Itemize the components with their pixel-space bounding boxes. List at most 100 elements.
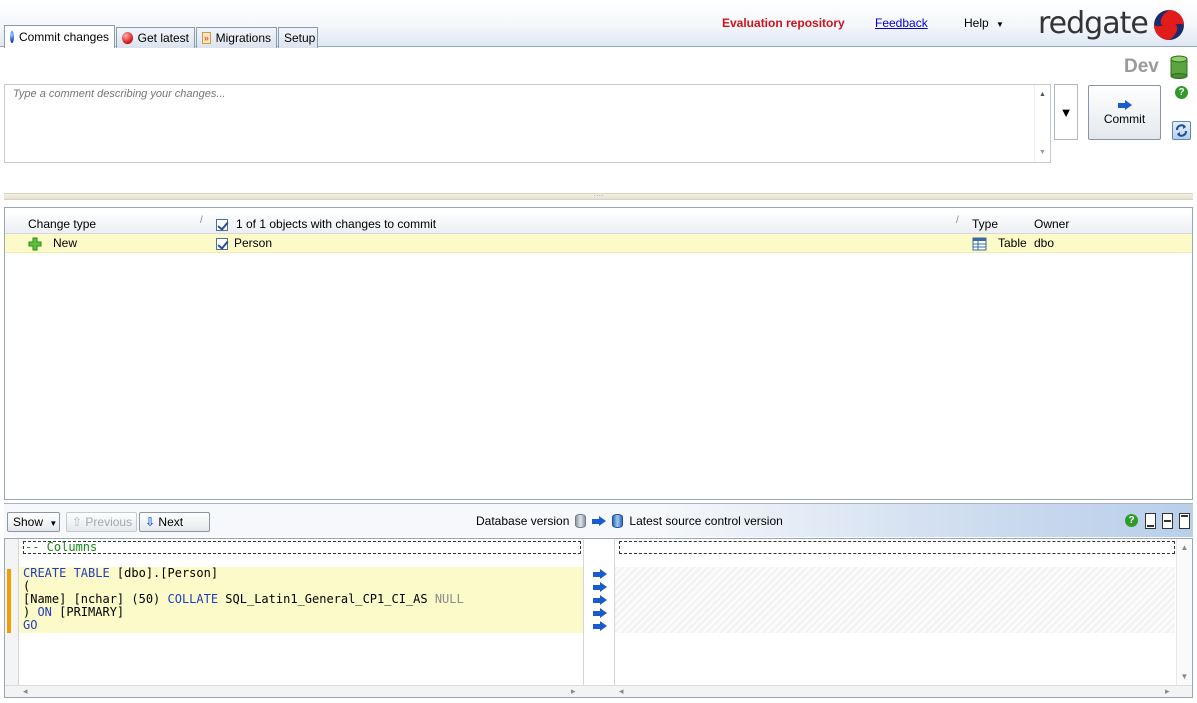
table-row[interactable]: New Person Table dbo	[5, 234, 1192, 253]
refresh-icon	[1176, 124, 1187, 137]
row-checkbox[interactable]	[216, 234, 228, 253]
section-comment: -- Columns	[25, 540, 98, 554]
double-chevron-icon: »	[202, 32, 211, 44]
refresh-button[interactable]	[1172, 121, 1191, 140]
object-name-cell: Person	[234, 236, 273, 250]
database-name-label: Dev	[1124, 56, 1159, 77]
arrow-right-icon	[593, 595, 607, 605]
changes-grid: Change type / 1 of 1 objects with change…	[4, 207, 1193, 500]
source-control-version-label: Latest source control version	[629, 514, 783, 528]
plus-icon	[28, 237, 42, 251]
top-bar: Commit changes Get latest » Migrations S…	[0, 0, 1197, 48]
change-marker	[7, 569, 11, 633]
scroll-left-icon[interactable]: ◂	[23, 686, 28, 697]
sort-icon[interactable]: /	[200, 215, 203, 226]
change-gutter	[5, 539, 19, 685]
comment-history-dropdown[interactable]: ▼	[1054, 84, 1078, 140]
tab-setup[interactable]: Setup	[278, 27, 318, 48]
database-version-pane[interactable]: -- Columns CREATE TABLE [dbo].[Person] (…	[19, 539, 583, 685]
sort-icon[interactable]: /	[956, 215, 959, 226]
vertical-scrollbar[interactable]: ▲ ▼	[1176, 539, 1192, 685]
database-version-label: Database version	[476, 514, 570, 528]
owner-cell: dbo	[1034, 236, 1055, 250]
missing-lines-hatch	[615, 567, 1175, 633]
dropdown-arrow-icon: ▼	[996, 20, 1004, 29]
source-control-database-icon	[612, 514, 624, 528]
redgate-logo-icon	[1154, 10, 1184, 40]
arrow-right-icon	[593, 621, 607, 631]
show-right-pane-icon[interactable]	[1179, 513, 1190, 529]
scroll-down-icon[interactable]: ▼	[1035, 149, 1050, 156]
help-menu[interactable]: Help ▼	[964, 16, 1004, 30]
grid-header: Change type / 1 of 1 objects with change…	[5, 215, 1192, 234]
help-menu-label: Help	[964, 16, 989, 30]
sql-diff-viewer: -- Columns CREATE TABLE [dbo].[Person] (…	[4, 538, 1193, 698]
tab-migrations[interactable]: » Migrations	[196, 27, 277, 48]
section-header-box	[619, 541, 1175, 554]
comment-scrollbar[interactable]: ▲ ▼	[1034, 85, 1050, 162]
tab-label: Setup	[284, 30, 316, 45]
section-header-box: -- Columns	[23, 541, 581, 554]
arrow-down-icon: ⇩	[145, 515, 156, 529]
feedback-link[interactable]: Feedback	[875, 16, 928, 30]
tab-get-latest[interactable]: Get latest	[116, 27, 195, 48]
redgate-logo-text: redgate	[1038, 6, 1149, 41]
panel-splitter[interactable]: ····	[4, 192, 1193, 200]
show-left-pane-icon[interactable]	[1145, 513, 1156, 529]
horizontal-scrollbar[interactable]: ◂ ▸ ◂ ▸	[5, 685, 1192, 697]
tab-label: Get latest	[137, 30, 189, 45]
show-both-panes-icon[interactable]	[1162, 513, 1173, 529]
commit-button[interactable]: Commit	[1088, 85, 1161, 140]
column-type[interactable]: Type	[972, 215, 998, 234]
previous-label: Previous	[85, 515, 133, 529]
commit-comment-input[interactable]	[5, 85, 1035, 162]
type-cell: Table	[998, 236, 1027, 250]
scroll-down-icon[interactable]: ▼	[1177, 672, 1192, 681]
help-icon[interactable]: ?	[1125, 514, 1138, 527]
column-change-type[interactable]: Change type	[28, 215, 96, 234]
code-line-4: ) ON [PRIMARY]	[23, 605, 125, 619]
dropdown-arrow-icon: ▼	[49, 519, 58, 528]
code-line-1: CREATE TABLE [dbo].[Person]	[23, 566, 219, 580]
previous-button[interactable]: ⇧ Previous	[66, 512, 137, 532]
red-ball-icon	[122, 32, 133, 44]
comment-box: ▲ ▼	[4, 84, 1051, 163]
evaluation-repository-label: Evaluation repository	[722, 16, 845, 30]
show-label: Show	[13, 515, 44, 529]
arrow-right-icon	[593, 569, 607, 579]
change-type-cell: New	[53, 236, 78, 250]
arrow-right-icon	[1117, 99, 1132, 110]
arrow-right-icon	[593, 608, 607, 618]
scroll-right-icon[interactable]: ▸	[571, 686, 576, 697]
select-all-checkbox[interactable]	[216, 215, 228, 234]
scroll-left-icon[interactable]: ◂	[619, 686, 624, 697]
source-control-version-pane[interactable]	[615, 539, 1175, 685]
scroll-up-icon[interactable]: ▲	[1177, 543, 1192, 552]
checkbox-icon	[216, 218, 228, 231]
scroll-up-icon[interactable]: ▲	[1035, 91, 1050, 98]
help-icon[interactable]: ?	[1175, 86, 1188, 99]
database-icon	[575, 514, 587, 528]
column-summary: 1 of 1 objects with changes to commit	[236, 217, 437, 231]
diff-arrow-column	[583, 539, 615, 685]
tab-label: Migrations	[215, 30, 271, 45]
commit-button-label: Commit	[1103, 111, 1146, 126]
tab-commit-changes[interactable]: Commit changes	[4, 25, 115, 48]
version-comparison: Database version Latest source control v…	[476, 514, 783, 528]
show-dropdown[interactable]: Show ▼	[7, 512, 60, 532]
scroll-right-icon[interactable]: ▸	[1165, 686, 1170, 697]
tab-label: Commit changes	[18, 29, 109, 44]
diff-toolbar: Show ▼ ⇧ Previous ⇩ Next Database versio…	[4, 503, 1193, 537]
arrow-right-icon	[592, 516, 607, 526]
arrow-right-icon	[593, 582, 607, 592]
arrow-up-icon: ⇧	[72, 515, 83, 529]
table-icon	[972, 237, 987, 251]
column-owner[interactable]: Owner	[1034, 215, 1069, 234]
blue-ball-icon	[10, 31, 14, 43]
next-label: Next	[158, 515, 184, 529]
code-line-5: GO	[23, 618, 38, 632]
next-button[interactable]: ⇩ Next	[139, 512, 210, 532]
database-icon	[1170, 55, 1188, 79]
checkbox-icon	[216, 237, 228, 250]
dropdown-arrow-icon: ▼	[1059, 104, 1073, 120]
